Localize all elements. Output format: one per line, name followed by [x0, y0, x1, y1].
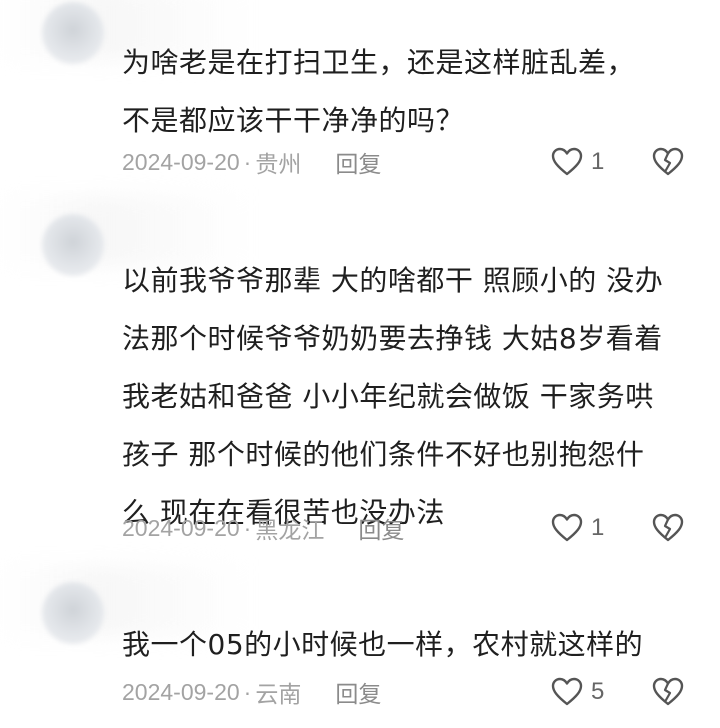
- like-button[interactable]: 5: [551, 674, 604, 710]
- heart-outline-icon: [551, 513, 583, 542]
- dislike-button[interactable]: [652, 674, 684, 710]
- broken-heart-icon: [652, 147, 684, 176]
- meta-separator: ·: [243, 514, 252, 541]
- heart-outline-icon: [551, 147, 583, 176]
- reply-button[interactable]: 回复: [358, 511, 404, 545]
- comment-text: 以前我爷爷那辈 大的啥都干 照顾小的 没办 法那个时候爷爷奶奶要去挣钱 大姑8岁…: [122, 264, 664, 529]
- comment-meta: 2024-09-20 · 黑龙江 回复: [122, 510, 404, 546]
- comment-list-page: { "comments": [ { "text": "为啥老是在打扫卫生，还是这…: [0, 0, 720, 728]
- like-button[interactable]: 1: [551, 144, 604, 180]
- reply-button[interactable]: 回复: [335, 145, 381, 179]
- like-count: 1: [591, 514, 605, 541]
- comment-location: 黑龙江: [255, 517, 325, 543]
- dislike-button[interactable]: [652, 144, 684, 180]
- comment-date: 2024-09-20: [122, 148, 240, 175]
- comment-text: 为啥老是在打扫卫生，还是这样脏乱差， 不是都应该干干净净的吗？: [122, 46, 636, 137]
- avatar[interactable]: [42, 2, 104, 64]
- avatar[interactable]: [42, 214, 104, 276]
- broken-heart-icon: [652, 513, 684, 542]
- comment-location: 贵州: [255, 151, 302, 177]
- comment-date: 2024-09-20: [122, 678, 240, 705]
- meta-separator: ·: [243, 148, 252, 175]
- comment-location: 云南: [255, 681, 302, 707]
- heart-outline-icon: [551, 677, 583, 706]
- comment-text: 我一个05的小时候也一样，农村就这样的: [122, 628, 644, 661]
- comment-date: 2024-09-20: [122, 514, 240, 541]
- like-button[interactable]: 1: [551, 510, 604, 546]
- comment-meta: 2024-09-20 · 贵州 回复: [122, 144, 381, 180]
- avatar[interactable]: [42, 582, 104, 644]
- comment-meta: 2024-09-20 · 云南 回复: [122, 674, 381, 710]
- meta-separator: ·: [243, 678, 252, 705]
- broken-heart-icon: [652, 677, 684, 706]
- like-count: 1: [591, 148, 605, 175]
- reply-button[interactable]: 回复: [335, 675, 381, 709]
- like-count: 5: [591, 678, 605, 705]
- dislike-button[interactable]: [652, 510, 684, 546]
